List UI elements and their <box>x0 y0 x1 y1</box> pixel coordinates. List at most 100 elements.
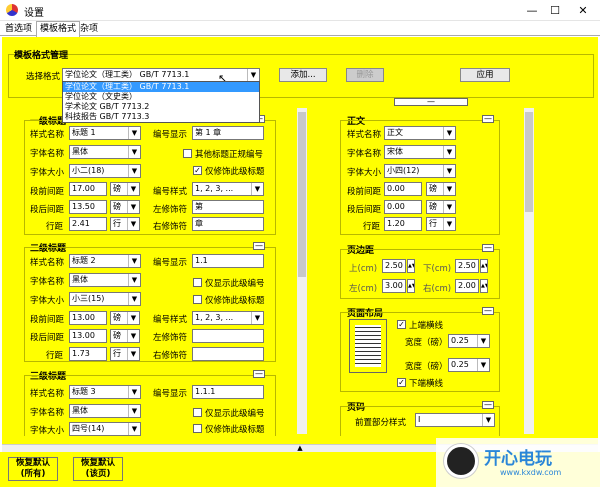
l2-line-unit[interactable]: 行 ▼ <box>110 347 140 361</box>
chevron-down-icon: ▼ <box>443 201 455 213</box>
margin-right-input[interactable]: 2.00 <box>455 279 479 293</box>
chevron-down-icon: ▼ <box>443 127 455 139</box>
l3-font-select[interactable]: 黑体 ▼ <box>69 404 141 418</box>
margin-left-input[interactable]: 3.00 <box>382 279 406 293</box>
maximize-button[interactable]: ☐ <box>543 3 567 18</box>
body-after-input[interactable]: 0.00 <box>384 200 422 214</box>
delete-button[interactable]: 删除 <box>346 68 384 82</box>
restore-all-line2: (所有) <box>20 469 46 479</box>
top-line-checkbox[interactable]: ✓ <box>397 320 406 329</box>
l1-left-input[interactable]: 第 <box>192 200 264 214</box>
chevron-down-icon: ▼ <box>443 165 455 177</box>
unit-value: 行 <box>113 349 121 358</box>
layout-collapse[interactable]: — <box>482 307 494 315</box>
minimize-button[interactable]: — <box>520 3 544 18</box>
restore-all-button[interactable]: 恢复默认 (所有) <box>8 457 58 481</box>
l1-line-input[interactable]: 2.41 <box>69 217 107 231</box>
l1-numdisp-label: 编号显示 <box>153 130 188 140</box>
l1-after-input[interactable]: 13.50 <box>69 200 107 214</box>
l1-right-input[interactable]: 章 <box>192 217 264 231</box>
tab-preferences[interactable]: 首选项 <box>2 22 35 36</box>
body-line-unit[interactable]: 行 ▼ <box>426 217 456 231</box>
tab-template-format[interactable]: 模板格式 <box>36 21 81 37</box>
l1-after-unit[interactable]: 磅 ▼ <box>110 200 140 214</box>
front-style-select[interactable]: I ▼ <box>415 413 495 427</box>
dropdown-option[interactable]: 科技报告 GB/T 7713.3 <box>63 112 259 122</box>
body-line-input[interactable]: 1.20 <box>384 217 422 231</box>
level3-collapse[interactable]: — <box>253 370 265 378</box>
margin-left-spinner[interactable]: ▲▼ <box>407 279 415 293</box>
left-scrollbar-thumb[interactable] <box>298 112 306 277</box>
dropdown-option[interactable]: 学位论文（理工类） GB/T 7713.1 <box>63 82 259 92</box>
add-button[interactable]: 添加... <box>279 68 327 82</box>
l2-numstyle-select[interactable]: 1, 2, 3, ... ▼ <box>192 311 264 325</box>
l1-numdisp-input[interactable]: 第 1 章 <box>192 126 264 140</box>
collapse-top-button[interactable]: — <box>394 98 468 106</box>
pagenum-collapse[interactable]: — <box>482 401 494 409</box>
l1-font-label: 字体名称 <box>30 149 65 159</box>
chevron-down-icon: ▼ <box>482 414 494 426</box>
l1-style-select[interactable]: 标题 1 ▼ <box>69 126 141 140</box>
l3-size-label: 字体大小 <box>30 426 65 436</box>
margin-top-input[interactable]: 2.50 <box>382 259 406 273</box>
apply-button[interactable]: 应用 <box>460 68 510 82</box>
l2-after-unit[interactable]: 磅 ▼ <box>110 329 140 343</box>
chevron-down-icon: ▼ <box>127 312 139 324</box>
l1-chk2-box[interactable]: ✓ <box>193 166 202 175</box>
width2-select[interactable]: 0.25 ▼ <box>448 358 490 372</box>
l2-style-select[interactable]: 标题 2 ▼ <box>69 254 141 268</box>
l3-chk1-box[interactable] <box>193 408 202 417</box>
l3-chk2-box[interactable] <box>193 424 202 433</box>
l2-font-select[interactable]: 黑体 ▼ <box>69 273 141 287</box>
width1-select[interactable]: 0.25 ▼ <box>448 334 490 348</box>
l2-numdisp-input[interactable]: 1.1 <box>192 254 264 268</box>
l2-size-select[interactable]: 小三(15) ▼ <box>69 292 141 306</box>
l2-left-input[interactable] <box>192 329 264 343</box>
dropdown-option[interactable]: 学术论文 GB/T 7713.2 <box>63 102 259 112</box>
l2-chk2-label: 仅修饰此级标题 <box>205 296 265 306</box>
format-dropdown-list[interactable]: 学位论文（理工类） GB/T 7713.1 学位论文（文史类） 学术论文 GB/… <box>62 81 260 123</box>
l1-font-select[interactable]: 黑体 ▼ <box>69 145 141 159</box>
l3-numdisp-label: 编号显示 <box>153 389 188 399</box>
l3-style-select[interactable]: 标题 3 ▼ <box>69 385 141 399</box>
body-size-select[interactable]: 小四(12) ▼ <box>384 164 456 178</box>
l1-before-input[interactable]: 17.00 <box>69 182 107 196</box>
l1-chk1-box[interactable] <box>183 149 192 158</box>
level2-collapse[interactable]: — <box>253 242 265 250</box>
body-font-select[interactable]: 宋体 ▼ <box>384 145 456 159</box>
margins-collapse[interactable]: — <box>482 244 494 252</box>
l1-numstyle-select[interactable]: 1, 2, 3, ... ▼ <box>192 182 264 196</box>
right-scrollbar-thumb[interactable] <box>525 112 533 212</box>
body-collapse[interactable]: — <box>482 115 494 123</box>
l2-before-unit[interactable]: 磅 ▼ <box>110 311 140 325</box>
margin-top-spinner[interactable]: ▲▼ <box>407 259 415 273</box>
tab-misc[interactable]: 杂项 <box>77 22 101 36</box>
l1-chk2-label: 仅修饰此级标题 <box>205 167 265 177</box>
format-select[interactable]: 学位论文（理工类） GB/T 7713.1 ▼ <box>62 68 260 82</box>
chevron-down-icon: ▼ <box>128 274 140 286</box>
body-before-unit[interactable]: 磅 ▼ <box>426 182 456 196</box>
l1-before-unit[interactable]: 磅 ▼ <box>110 182 140 196</box>
l2-before-input[interactable]: 13.00 <box>69 311 107 325</box>
margin-bottom-input[interactable]: 2.50 <box>455 259 479 273</box>
restore-page-button[interactable]: 恢复默认 (该页) <box>73 457 123 481</box>
l2-line-input[interactable]: 1.73 <box>69 347 107 361</box>
l3-numdisp-input[interactable]: 1.1.1 <box>192 385 264 399</box>
bottom-line-label: 下端横线 <box>409 379 444 389</box>
l2-chk1-box[interactable] <box>193 278 202 287</box>
l2-right-input[interactable] <box>192 347 264 361</box>
l2-chk2-box[interactable] <box>193 295 202 304</box>
l1-line-unit[interactable]: 行 ▼ <box>110 217 140 231</box>
margin-right-spinner[interactable]: ▲▼ <box>480 279 488 293</box>
body-before-input[interactable]: 0.00 <box>384 182 422 196</box>
l1-size-select[interactable]: 小二(18) ▼ <box>69 164 141 178</box>
margin-bottom-spinner[interactable]: ▲▼ <box>480 259 488 273</box>
l2-after-input[interactable]: 13.00 <box>69 329 107 343</box>
dropdown-option[interactable]: 学位论文（文史类） <box>63 92 259 102</box>
body-style-select[interactable]: 正文 ▼ <box>384 126 456 140</box>
close-button[interactable]: ✕ <box>571 3 595 18</box>
body-after-unit[interactable]: 磅 ▼ <box>426 200 456 214</box>
bottom-line-checkbox[interactable]: ✓ <box>397 378 406 387</box>
l3-size-select[interactable]: 四号(14) ▼ <box>69 422 141 436</box>
margin-top-label: 上(cm) <box>349 264 378 274</box>
